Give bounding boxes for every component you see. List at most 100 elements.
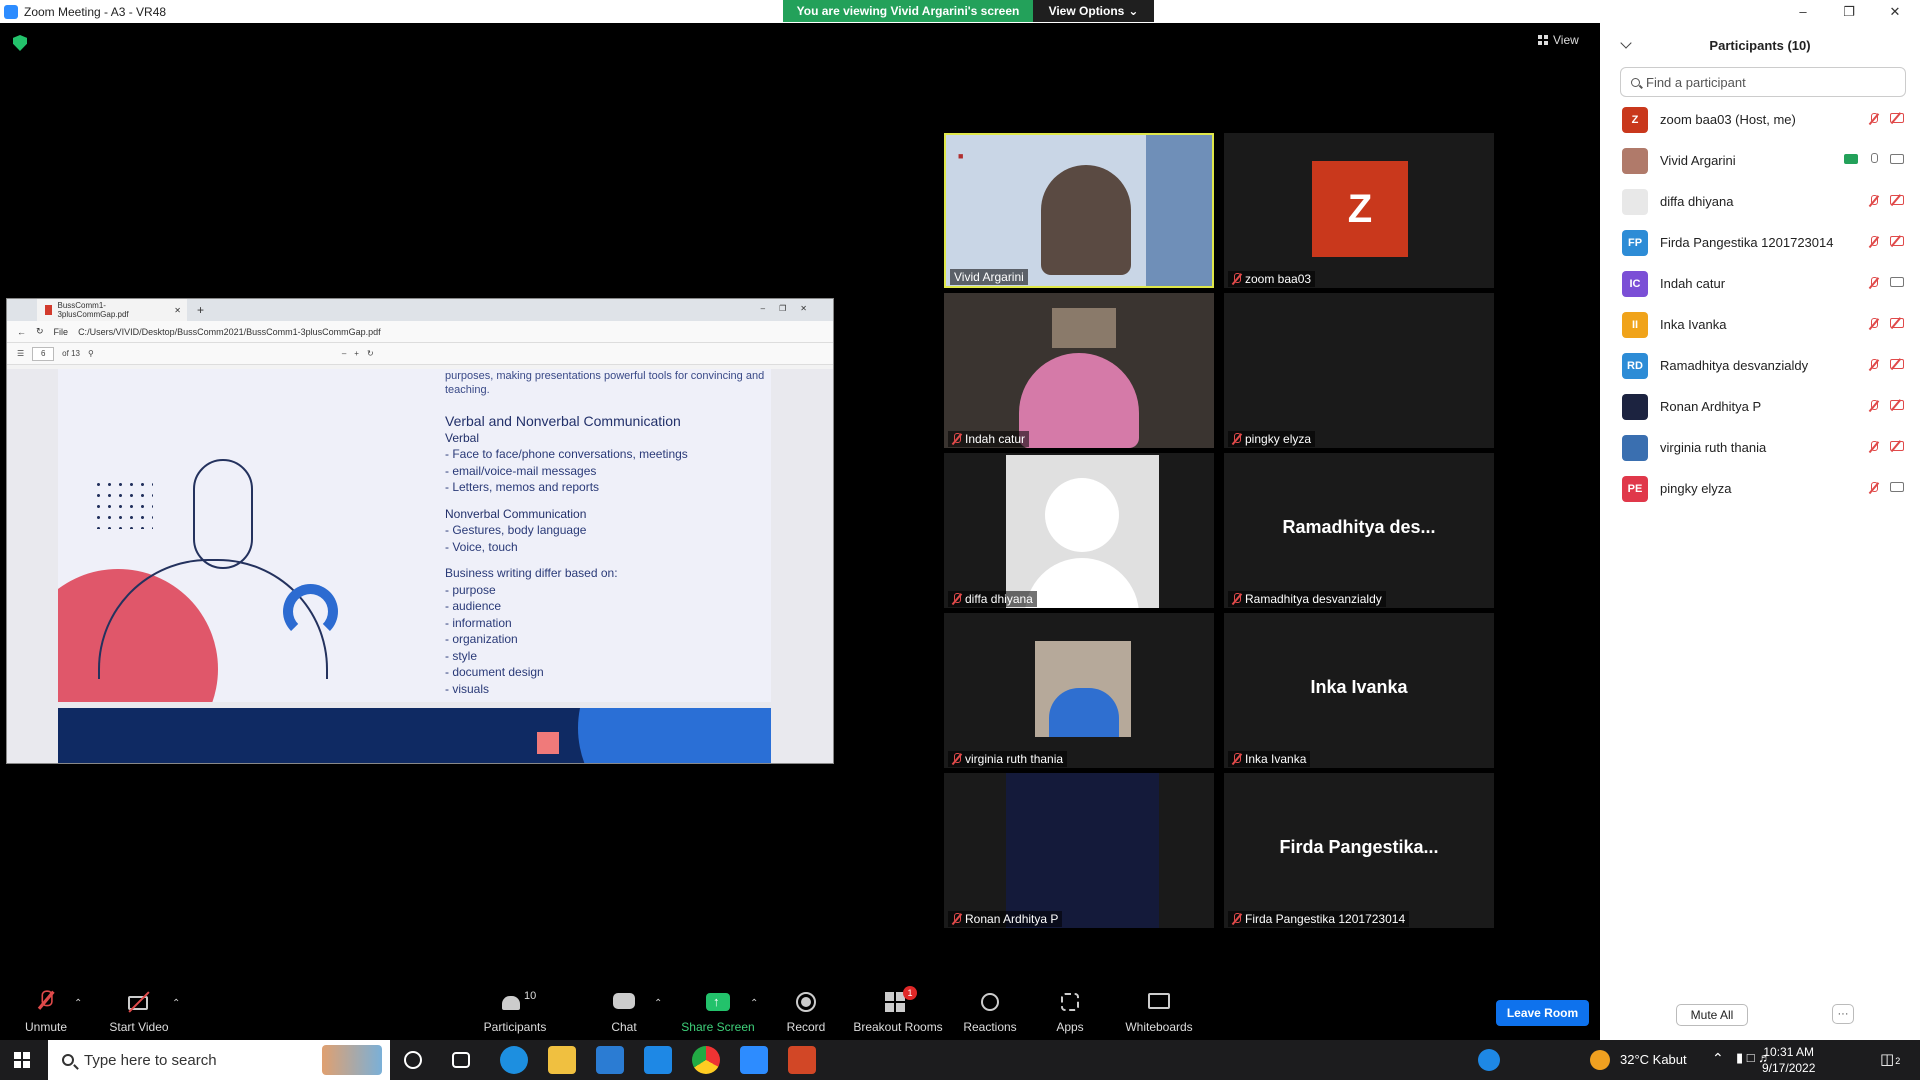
address-url[interactable]: C:/Users/VIVID/Desktop/BussComm2021/Buss…: [78, 327, 381, 337]
participant-search-input[interactable]: Find a participant: [1620, 67, 1906, 97]
reactions-button[interactable]: Reactions: [960, 978, 1020, 1040]
video-off-icon[interactable]: [1890, 441, 1904, 451]
tile-name-label: Inka Ivanka: [1228, 751, 1311, 767]
start-video-button[interactable]: Start Video: [104, 978, 174, 1040]
video-tile-indah-catur[interactable]: Indah catur: [944, 293, 1214, 448]
chat-options-caret-icon[interactable]: ⌃: [654, 998, 662, 1009]
record-button[interactable]: Record: [780, 978, 832, 1040]
participant-row[interactable]: Zzoom baa03 (Host, me): [1600, 99, 1920, 140]
microphone-muted-icon[interactable]: [1869, 195, 1878, 207]
close-button[interactable]: ✕: [1872, 0, 1918, 23]
tile-name-label: Indah catur: [948, 431, 1030, 447]
video-off-icon[interactable]: [1890, 359, 1904, 369]
rotate-icon[interactable]: ↻: [367, 349, 374, 358]
video-icon[interactable]: [1890, 277, 1904, 287]
mute-all-button[interactable]: Mute All: [1676, 1004, 1748, 1026]
view-button[interactable]: View: [1538, 33, 1579, 47]
microphone-icon[interactable]: [1869, 153, 1878, 165]
zoom-out-icon[interactable]: –: [342, 349, 346, 358]
microphone-muted-icon[interactable]: [1869, 482, 1878, 494]
new-tab-icon[interactable]: +: [197, 303, 204, 317]
microphone-muted-icon[interactable]: [1869, 441, 1878, 453]
video-tile-firda-pangestika[interactable]: Firda Pangestika... Firda Pangestika 120…: [1224, 773, 1494, 928]
video-off-icon[interactable]: [1890, 195, 1904, 205]
notification-icon[interactable]: ◫2: [1880, 1050, 1900, 1068]
video-icon[interactable]: [1890, 482, 1904, 492]
participant-row[interactable]: Ronan Ardhitya P: [1600, 386, 1920, 427]
tile-display-name: Inka Ivanka: [1310, 677, 1408, 697]
restore-button[interactable]: ❐: [1826, 0, 1872, 23]
unmute-button[interactable]: Unmute: [20, 978, 72, 1040]
contents-icon[interactable]: ☰: [17, 349, 24, 358]
start-icon[interactable]: [14, 1052, 30, 1068]
participants-button[interactable]: 10 Participants: [480, 978, 550, 1040]
shared-screen[interactable]: BussComm1-3plusCommGap.pdf ✕ + –❐✕ ← ↻ F…: [6, 298, 834, 764]
taskbar-clock[interactable]: 10:31 AM 9/17/2022: [1762, 1044, 1815, 1076]
task-view-icon[interactable]: [452, 1052, 470, 1068]
search-icon: [1631, 77, 1640, 87]
participant-row[interactable]: II Inka Ivanka: [1600, 304, 1920, 345]
powerpoint-icon[interactable]: [788, 1046, 816, 1074]
taskbar-search-input[interactable]: Type here to search: [48, 1040, 390, 1080]
video-tile-virginia-ruth-thania[interactable]: virginia ruth thania: [944, 613, 1214, 768]
whiteboards-button[interactable]: Whiteboards: [1124, 978, 1194, 1040]
weather-text[interactable]: 32°C Kabut: [1620, 1052, 1687, 1067]
encryption-shield-icon[interactable]: [13, 35, 27, 51]
video-icon[interactable]: [1890, 154, 1904, 164]
participant-row[interactable]: IC Indah catur: [1600, 263, 1920, 304]
video-tile-zoom-baa03[interactable]: Z zoom baa03: [1224, 133, 1494, 288]
refresh-icon[interactable]: ↻: [36, 326, 44, 337]
participant-row[interactable]: diffa dhiyana: [1600, 181, 1920, 222]
participant-row[interactable]: FP Firda Pangestika 1201723014: [1600, 222, 1920, 263]
participant-row[interactable]: RD Ramadhitya desvanzialdy: [1600, 345, 1920, 386]
store-icon[interactable]: [596, 1046, 624, 1074]
apps-button[interactable]: Apps: [1050, 978, 1090, 1040]
panel-footer: Mute All ···: [1600, 1003, 1920, 1033]
microphone-muted-icon[interactable]: [1869, 400, 1878, 412]
microphone-muted-icon[interactable]: [1869, 113, 1878, 125]
share-screen-button[interactable]: ↑ Share Screen: [680, 978, 756, 1040]
browser-tab[interactable]: BussComm1-3plusCommGap.pdf ✕: [37, 299, 187, 321]
audio-options-caret-icon[interactable]: ⌃: [74, 998, 82, 1009]
pdf-search-icon[interactable]: ⚲: [88, 349, 94, 358]
video-off-icon[interactable]: [1890, 113, 1904, 123]
leave-room-button[interactable]: Leave Room: [1496, 1000, 1589, 1026]
cortana-icon[interactable]: [404, 1051, 422, 1069]
tray-chevron-icon[interactable]: ⌃: [1712, 1050, 1724, 1067]
share-options-caret-icon[interactable]: ⌃: [750, 998, 758, 1009]
video-off-icon[interactable]: [1890, 236, 1904, 246]
participant-row[interactable]: virginia ruth thania: [1600, 427, 1920, 468]
edge-icon[interactable]: [500, 1046, 528, 1074]
microphone-muted-icon[interactable]: [1869, 277, 1878, 289]
participant-row[interactable]: PE pingky elyza: [1600, 468, 1920, 509]
chrome-icon[interactable]: [692, 1046, 720, 1074]
collapse-chevron-icon[interactable]: [1620, 37, 1632, 49]
video-options-caret-icon[interactable]: ⌃: [172, 998, 180, 1009]
mail-icon[interactable]: [644, 1046, 672, 1074]
microphone-muted-icon[interactable]: [1869, 318, 1878, 330]
zoom-taskbar-icon[interactable]: [740, 1046, 768, 1074]
video-off-icon[interactable]: [1890, 400, 1904, 410]
participant-row[interactable]: Vivid Argarini: [1600, 140, 1920, 181]
browser-window-controls[interactable]: –❐✕: [761, 304, 821, 313]
video-tile-ronan-ardhitya-p[interactable]: Ronan Ardhitya P: [944, 773, 1214, 928]
video-tile-ramadhitya-desvanzialdy[interactable]: Ramadhitya des... Ramadhitya desvanziald…: [1224, 453, 1494, 608]
video-tile-inka-ivanka[interactable]: Inka Ivanka Inka Ivanka: [1224, 613, 1494, 768]
microphone-muted-icon[interactable]: [1869, 359, 1878, 371]
page-number-input[interactable]: 6: [32, 346, 55, 361]
microphone-muted-icon[interactable]: [1869, 236, 1878, 248]
more-options-button[interactable]: ···: [1832, 1004, 1854, 1024]
help-icon[interactable]: [1478, 1049, 1500, 1071]
video-tile-pingky-elyza[interactable]: pingky elyza: [1224, 293, 1494, 448]
file-explorer-icon[interactable]: [548, 1046, 576, 1074]
close-tab-icon[interactable]: ✕: [174, 306, 181, 315]
video-tile-diffa-dhiyana[interactable]: diffa dhiyana: [944, 453, 1214, 608]
minimize-button[interactable]: –: [1780, 0, 1826, 23]
zoom-in-icon[interactable]: +: [354, 349, 359, 358]
view-options-button[interactable]: View Options ⌄: [1033, 0, 1154, 22]
video-tile-vivid-argarini[interactable]: ■ Vivid Argarini: [944, 133, 1214, 288]
video-off-icon[interactable]: [1890, 318, 1904, 328]
back-icon[interactable]: ←: [17, 327, 26, 337]
breakout-rooms-button[interactable]: 1 Breakout Rooms: [852, 978, 944, 1040]
chat-button[interactable]: Chat: [600, 978, 648, 1040]
